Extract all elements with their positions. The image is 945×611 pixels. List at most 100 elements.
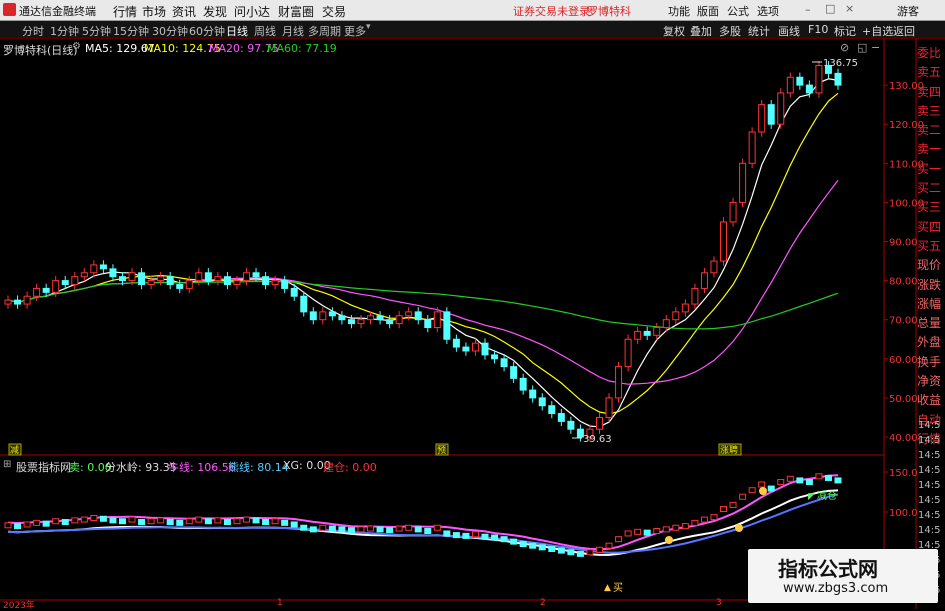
time-cell: 14:5 — [918, 495, 941, 506]
indicator-block — [681, 523, 689, 530]
time-cell: 14:5 — [918, 420, 941, 431]
marker-forecast[interactable]: 预 — [437, 445, 446, 456]
candle — [243, 272, 251, 282]
indicator-block — [281, 519, 289, 526]
candle — [90, 264, 98, 274]
indicator-block — [557, 547, 565, 554]
indicator-block — [233, 518, 241, 525]
candle — [815, 65, 823, 94]
candle — [739, 162, 747, 203]
indicator-block — [538, 544, 546, 551]
candle — [185, 280, 193, 289]
indicator-block — [586, 549, 594, 556]
candle — [653, 327, 661, 336]
indicator-block — [796, 477, 804, 484]
candle — [290, 287, 298, 297]
indicator-block — [252, 517, 260, 524]
indicator-block — [118, 518, 126, 525]
candle — [71, 276, 79, 286]
indicator-block — [99, 515, 107, 522]
indicator-block — [223, 519, 231, 526]
sub-toggle-icon[interactable]: ⊞ — [3, 459, 11, 470]
time-cell: 14:5 — [918, 435, 941, 446]
candle — [529, 389, 537, 399]
candle — [271, 280, 279, 286]
quote-label: 买四 — [917, 219, 942, 234]
money-bag-icon-3 — [759, 487, 767, 495]
indicator-block — [347, 527, 355, 534]
candle — [452, 338, 460, 348]
quote-label: 涨跌 — [917, 277, 942, 292]
candle — [710, 260, 718, 274]
candle — [23, 295, 31, 305]
candle — [462, 346, 470, 352]
candle — [252, 272, 260, 278]
quote-label: 涨幅 — [917, 296, 942, 311]
quote-label: 卖二 — [917, 123, 942, 138]
candle — [319, 311, 327, 321]
indicator-block — [166, 519, 174, 526]
candle — [14, 299, 22, 305]
quote-label: 外盘 — [917, 335, 942, 350]
quote-label: 买三 — [917, 200, 942, 215]
candle — [605, 397, 613, 418]
candle — [195, 272, 203, 282]
price-tick-label: 60.00 — [889, 355, 918, 366]
time-cell: 14:5 — [918, 465, 941, 476]
bear-value: 熊线: 80.14 — [228, 461, 289, 474]
candle — [720, 221, 728, 262]
candle — [99, 264, 107, 270]
bull-line — [7, 474, 839, 551]
time-cell: 14:5 — [918, 510, 941, 521]
candle — [42, 287, 50, 293]
indicator-block — [805, 479, 813, 486]
candle — [748, 131, 756, 164]
money-bag-icon-2 — [735, 524, 743, 532]
candle — [223, 276, 231, 286]
candle — [424, 319, 432, 329]
marker-hire[interactable]: 涨聘 — [720, 444, 738, 456]
quote-label: 买一 — [917, 161, 942, 176]
indicator-block — [42, 520, 50, 527]
candle — [109, 268, 117, 278]
indicator-block — [319, 524, 327, 531]
candle — [395, 315, 403, 325]
candle — [386, 319, 394, 325]
kline-chart[interactable]: 130.00120.00110.00100.0090.0080.0070.006… — [0, 0, 945, 609]
indicator-block — [214, 517, 222, 524]
sub-tick-label: 100.0 — [889, 508, 918, 519]
candle — [204, 272, 212, 282]
indicator-block — [443, 530, 451, 537]
indicator-block — [691, 519, 699, 526]
candle — [414, 311, 422, 321]
candle — [700, 272, 708, 289]
candle — [80, 272, 88, 278]
indicator-block — [414, 526, 422, 533]
indicator-block — [386, 527, 394, 534]
date-axis-jan: 1 — [277, 598, 283, 608]
candle — [491, 354, 499, 360]
indicator-block — [500, 536, 508, 543]
buy-signal: 买 — [613, 582, 623, 594]
candle — [138, 272, 146, 286]
indicator-block — [824, 474, 832, 481]
candle — [691, 287, 699, 305]
quote-label: 卖五 — [917, 65, 942, 80]
candle — [443, 311, 451, 340]
indicator-block — [405, 524, 413, 531]
candle — [834, 72, 842, 86]
marker-reduce[interactable]: 减 — [10, 444, 19, 456]
bear-line — [7, 493, 839, 554]
date-axis-feb: 2 — [540, 598, 546, 608]
indicator-block — [71, 517, 79, 524]
high-price-label: 136.75 — [823, 58, 858, 69]
candle — [281, 280, 289, 289]
indicator-block — [662, 526, 670, 533]
quote-label: 现价 — [917, 258, 942, 273]
quote-label: 卖一 — [917, 142, 942, 157]
indicator-block — [61, 519, 69, 526]
candle — [347, 319, 355, 325]
indicator-block — [624, 530, 632, 537]
indicator-block — [338, 526, 346, 533]
reduce-flag-icon: ◤ — [808, 492, 815, 502]
